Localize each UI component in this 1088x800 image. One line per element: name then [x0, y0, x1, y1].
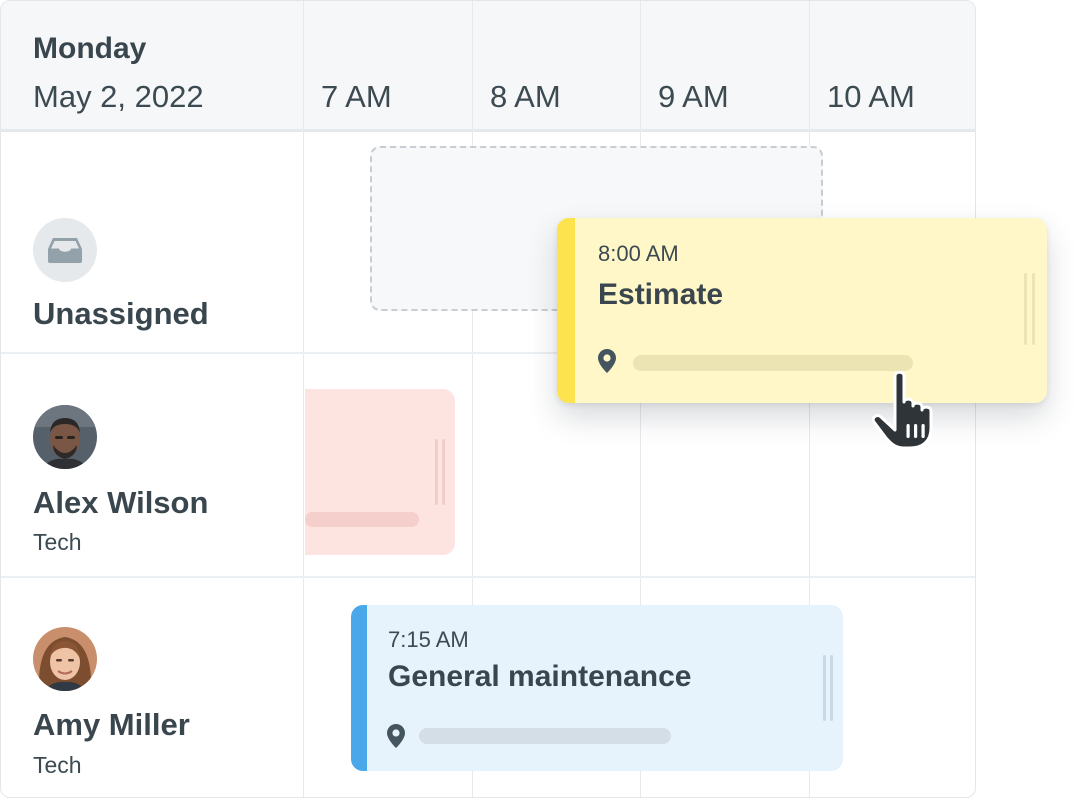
resize-handle[interactable] — [830, 655, 833, 721]
row-role-amy-miller: Tech — [33, 752, 82, 778]
event-accent-bar — [557, 218, 575, 403]
person-photo — [33, 627, 97, 691]
person-photo — [33, 405, 97, 469]
time-slot-7am: 7 AM — [321, 79, 392, 114]
event-title: General maintenance — [388, 660, 692, 693]
time-slot-8am: 8 AM — [490, 79, 561, 114]
address-placeholder-bar — [305, 512, 419, 527]
column-divider — [303, 1, 304, 797]
row-name-unassigned: Unassigned — [33, 296, 209, 331]
row-name-alex-wilson: Alex Wilson — [33, 485, 209, 520]
resize-handle[interactable] — [1032, 273, 1035, 345]
location-pin-icon — [387, 724, 405, 748]
resize-handle[interactable] — [1024, 273, 1027, 345]
row-role-alex-wilson: Tech — [33, 529, 82, 555]
header-divider — [1, 129, 975, 132]
hand-pointer-cursor-icon — [871, 370, 933, 450]
time-slot-10am: 10 AM — [827, 79, 915, 114]
time-slot-9am: 9 AM — [658, 79, 729, 114]
location-pin-icon — [598, 349, 616, 373]
unassigned-avatar — [33, 218, 97, 282]
day-name: Monday — [33, 32, 147, 65]
avatar-alex-wilson — [33, 405, 97, 469]
inbox-icon — [48, 238, 82, 263]
row-name-amy-miller: Amy Miller — [33, 707, 190, 742]
avatar-amy-miller — [33, 627, 97, 691]
resize-handle[interactable] — [823, 655, 826, 721]
event-card-estimate-dragging[interactable]: 8:00 AM Estimate — [557, 218, 1047, 403]
day-date: May 2, 2022 — [33, 79, 204, 114]
row-divider — [1, 576, 975, 578]
resize-handle[interactable] — [442, 439, 445, 505]
address-placeholder-bar — [419, 728, 671, 744]
resize-handle[interactable] — [435, 439, 438, 505]
event-card-general-maintenance[interactable]: 7:15 AM General maintenance — [351, 605, 843, 771]
event-accent-bar — [351, 605, 367, 771]
event-card-alex-wilson[interactable] — [305, 389, 455, 555]
event-time: 8:00 AM — [598, 241, 679, 266]
event-title: Estimate — [598, 278, 724, 311]
event-time: 7:15 AM — [388, 627, 469, 652]
